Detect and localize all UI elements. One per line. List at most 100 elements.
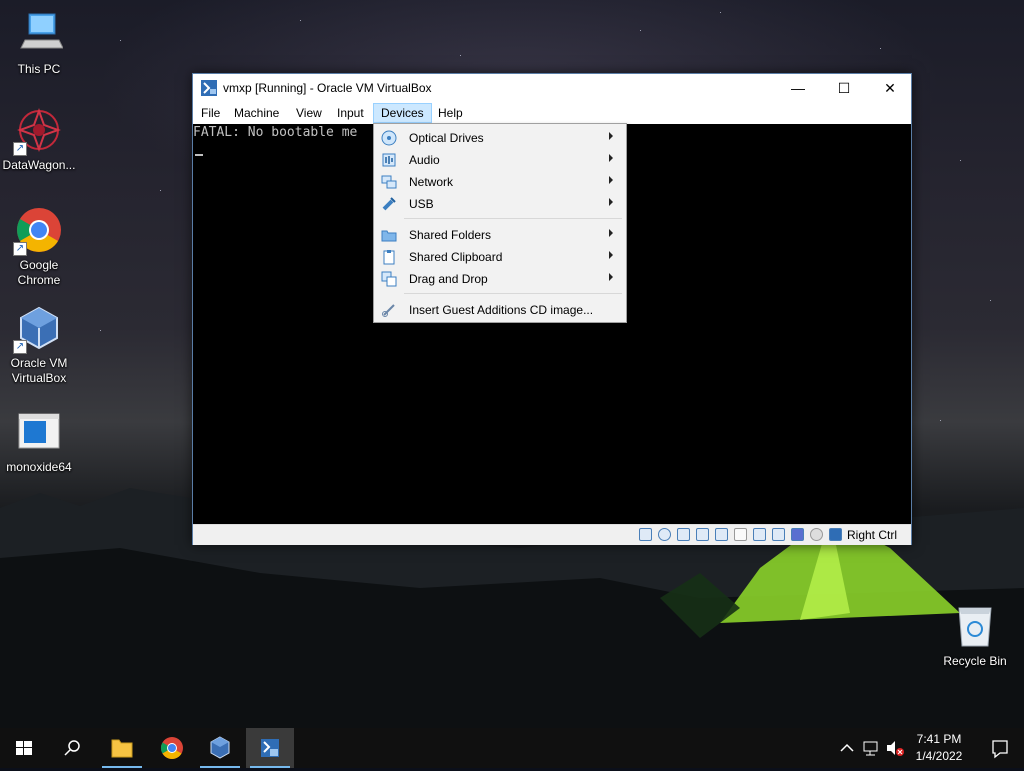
menu-devices[interactable]: Devices bbox=[373, 103, 432, 123]
network-icon bbox=[863, 741, 878, 756]
menu-item-usb[interactable]: USB bbox=[375, 193, 625, 215]
menu-item-label: Insert Guest Additions CD image... bbox=[409, 303, 594, 317]
submenu-arrow-icon bbox=[609, 132, 613, 140]
desktop-icon-label: monoxide64 bbox=[6, 460, 72, 474]
menu-input[interactable]: Input bbox=[330, 104, 371, 122]
start-button[interactable] bbox=[0, 728, 48, 768]
usb-icon bbox=[382, 197, 396, 211]
menu-bar: File Machine View Input Devices Help bbox=[193, 102, 911, 124]
desktop-icon-datawagon[interactable]: ↗ DataWagon... bbox=[1, 106, 77, 173]
menu-item-shared-clipboard[interactable]: Shared Clipboard bbox=[375, 246, 625, 268]
drag-drop-icon bbox=[381, 271, 397, 287]
close-button[interactable]: ✕ bbox=[867, 74, 913, 102]
menu-item-label: Shared Folders bbox=[409, 228, 492, 242]
taskbar: 7:41 PM 1/4/2022 bbox=[0, 728, 1024, 768]
submenu-arrow-icon bbox=[609, 273, 613, 281]
desktop-icon-oracle-vm-virtualbox[interactable]: ↗ Oracle VM VirtualBox bbox=[1, 304, 77, 386]
vm-screen-text: FATAL: No bootable me bbox=[193, 125, 358, 140]
recording-status-icon[interactable] bbox=[772, 528, 785, 541]
audio-status-icon[interactable] bbox=[677, 528, 690, 541]
notification-icon bbox=[992, 740, 1008, 759]
computer-icon bbox=[20, 13, 64, 49]
shortcut-arrow-icon: ↗ bbox=[13, 242, 27, 256]
desktop-icon-label: DataWagon... bbox=[2, 158, 76, 172]
menu-separator bbox=[404, 218, 622, 219]
optical-disc-icon bbox=[381, 130, 397, 146]
optical-drive-status-icon[interactable] bbox=[658, 528, 671, 541]
devices-dropdown-menu: Optical Drives Audio Network USB Shared … bbox=[373, 123, 627, 323]
show-hidden-icons-button[interactable] bbox=[836, 728, 858, 768]
search-button[interactable] bbox=[48, 728, 96, 768]
window-titlebar[interactable]: vmxp [Running] - Oracle VM VirtualBox — … bbox=[193, 74, 911, 102]
audio-icon bbox=[382, 153, 396, 167]
menu-item-label: USB bbox=[409, 197, 434, 211]
vm-xp-icon bbox=[261, 739, 279, 757]
submenu-arrow-icon bbox=[609, 176, 613, 184]
taskbar-chrome[interactable] bbox=[148, 728, 196, 768]
text-cursor bbox=[195, 154, 203, 156]
vm-xp-icon bbox=[201, 80, 217, 96]
shared-folders-status-icon[interactable] bbox=[734, 528, 747, 541]
menu-help[interactable]: Help bbox=[431, 104, 470, 122]
clipboard-icon bbox=[383, 250, 395, 265]
usb-status-icon[interactable] bbox=[715, 528, 728, 541]
vt-x-status-icon[interactable] bbox=[791, 528, 804, 541]
menu-item-network[interactable]: Network bbox=[375, 171, 625, 193]
menu-machine[interactable]: Machine bbox=[227, 104, 286, 122]
search-icon bbox=[64, 740, 80, 756]
desktop-icon-google-chrome[interactable]: ↗ Google Chrome bbox=[1, 206, 77, 288]
virtualbox-icon bbox=[210, 736, 230, 759]
desktop-icon-label: Google Chrome bbox=[17, 258, 61, 287]
chrome-icon bbox=[161, 737, 183, 759]
folder-icon bbox=[381, 230, 397, 242]
mouse-integration-icon[interactable] bbox=[810, 528, 823, 541]
maximize-button[interactable]: ☐ bbox=[821, 74, 867, 102]
submenu-arrow-icon bbox=[609, 229, 613, 237]
hard-disk-status-icon[interactable] bbox=[639, 528, 652, 541]
volume-tray-button[interactable] bbox=[884, 728, 906, 768]
display-status-icon[interactable] bbox=[753, 528, 766, 541]
minimize-button[interactable]: — bbox=[775, 74, 821, 102]
windows-logo-icon bbox=[16, 741, 32, 755]
volume-muted-icon bbox=[887, 741, 904, 756]
app-window-icon bbox=[18, 413, 60, 449]
menu-view[interactable]: View bbox=[289, 104, 329, 122]
desktop-icon-this-pc[interactable]: This PC bbox=[1, 10, 77, 77]
submenu-arrow-icon bbox=[609, 251, 613, 259]
keyboard-capture-icon[interactable] bbox=[829, 528, 842, 541]
window-title: vmxp [Running] - Oracle VM VirtualBox bbox=[223, 81, 432, 95]
desktop-icon-recycle-bin[interactable]: Recycle Bin bbox=[937, 602, 1013, 669]
menu-file[interactable]: File bbox=[194, 104, 227, 122]
desktop-icon-label: Oracle VM VirtualBox bbox=[10, 356, 68, 385]
clock[interactable]: 7:41 PM 1/4/2022 bbox=[906, 731, 972, 765]
host-key-label: Right Ctrl bbox=[847, 528, 898, 542]
recycle-bin-icon bbox=[958, 607, 992, 647]
network-icon bbox=[381, 175, 397, 189]
menu-item-insert-guest-additions[interactable]: Insert Guest Additions CD image... bbox=[375, 299, 625, 321]
menu-item-label: Shared Clipboard bbox=[409, 250, 503, 264]
vm-status-bar: Right Ctrl bbox=[193, 524, 911, 545]
menu-item-label: Network bbox=[409, 175, 454, 189]
desktop-icon-monoxide64[interactable]: monoxide64 bbox=[1, 408, 77, 475]
menu-item-optical-drives[interactable]: Optical Drives bbox=[375, 127, 625, 149]
taskbar-file-explorer[interactable] bbox=[98, 728, 146, 768]
network-status-icon[interactable] bbox=[696, 528, 709, 541]
menu-separator bbox=[404, 293, 622, 294]
shortcut-arrow-icon: ↗ bbox=[13, 340, 27, 354]
network-tray-button[interactable] bbox=[860, 728, 882, 768]
submenu-arrow-icon bbox=[609, 198, 613, 206]
menu-item-audio[interactable]: Audio bbox=[375, 149, 625, 171]
taskbar-virtualbox[interactable] bbox=[196, 728, 244, 768]
chevron-up-icon bbox=[840, 743, 854, 752]
guest-additions-icon bbox=[382, 304, 395, 317]
shortcut-arrow-icon: ↗ bbox=[13, 142, 27, 156]
submenu-arrow-icon bbox=[609, 154, 613, 162]
clock-date: 1/4/2022 bbox=[915, 749, 963, 763]
action-center-button[interactable] bbox=[976, 728, 1024, 768]
menu-item-label: Audio bbox=[409, 153, 440, 167]
menu-item-shared-folders[interactable]: Shared Folders bbox=[375, 224, 625, 246]
menu-item-label: Drag and Drop bbox=[409, 272, 488, 286]
menu-item-label: Optical Drives bbox=[409, 131, 484, 145]
taskbar-vmxp[interactable] bbox=[246, 728, 294, 768]
menu-item-drag-and-drop[interactable]: Drag and Drop bbox=[375, 268, 625, 290]
